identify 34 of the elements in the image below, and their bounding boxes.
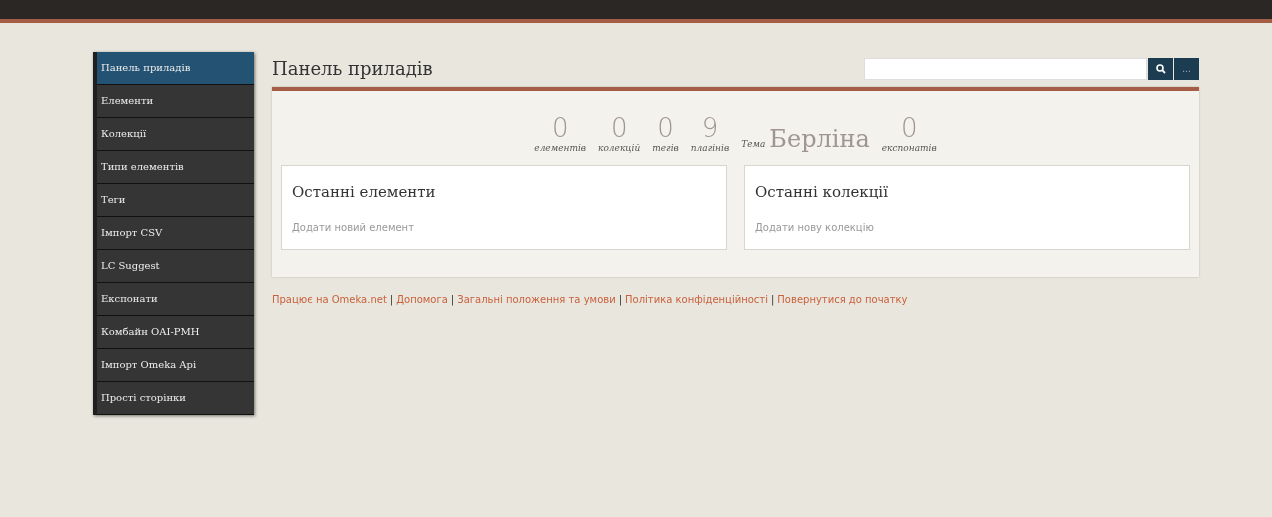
sidebar-item[interactable]: Елементи xyxy=(97,85,254,118)
sidebar-item[interactable]: Теги xyxy=(97,184,254,217)
stat-count: 0 xyxy=(610,113,628,143)
sidebar-item[interactable]: Імпорт CSV xyxy=(97,217,254,250)
stat-count: 0 xyxy=(551,113,569,143)
separator: | xyxy=(770,294,775,305)
sidebar-item[interactable]: Комбайн OAI-PMH xyxy=(97,316,254,349)
page-title: Панель приладів xyxy=(272,58,433,79)
stat-label: експонатів xyxy=(881,143,937,153)
card-title: Останні колекції xyxy=(755,183,889,201)
sidebar-item[interactable]: Експонати xyxy=(97,283,254,316)
search-field[interactable] xyxy=(864,57,1147,80)
sidebar-item[interactable]: LC Suggest xyxy=(97,250,254,283)
sidebar-item[interactable]: Імпорт Omeka Api xyxy=(97,349,254,382)
card-title: Останні елементи xyxy=(292,183,437,201)
stat-label: елементів xyxy=(534,143,587,153)
sidebar-item[interactable]: Колекції xyxy=(97,118,254,151)
stat-count: 0 xyxy=(657,113,674,143)
search-button[interactable] xyxy=(1148,57,1173,80)
separator: | xyxy=(389,294,394,305)
stat-label: плагінів xyxy=(690,143,730,153)
separator: | xyxy=(618,294,622,305)
stat-count: 9 xyxy=(701,113,719,143)
sidebar-item[interactable]: Панель приладів xyxy=(97,52,254,85)
stat-label: колекцій xyxy=(598,143,641,153)
search-icon xyxy=(1155,63,1166,74)
sidebar-item[interactable]: Типи елементів xyxy=(97,151,254,184)
stat-label: тегів xyxy=(652,143,679,153)
separator: | xyxy=(450,294,455,305)
sidebar-item[interactable]: Прості сторінки xyxy=(97,382,254,415)
theme-label: Тема xyxy=(741,139,766,149)
stat-count: 0 xyxy=(900,113,918,143)
more-button[interactable]: ... xyxy=(1174,57,1199,80)
theme-name: Берліна xyxy=(769,125,870,153)
